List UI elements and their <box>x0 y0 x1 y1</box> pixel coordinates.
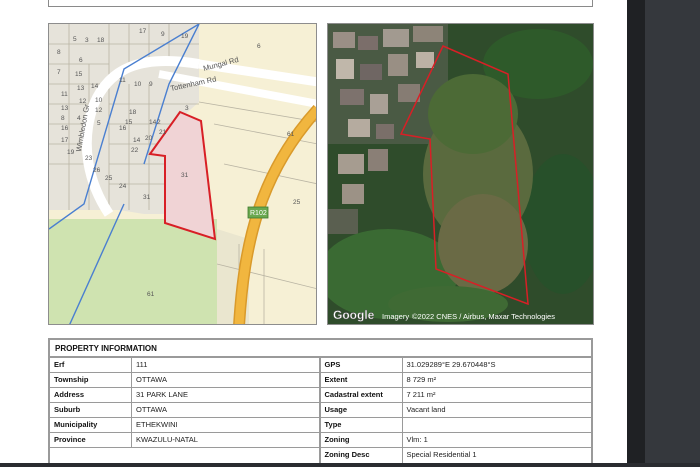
svg-text:2: 2 <box>157 119 161 126</box>
svg-text:24: 24 <box>119 183 127 190</box>
svg-text:13: 13 <box>61 105 69 112</box>
field-label: Zoning Desc <box>321 448 403 463</box>
field-value: 31 PARK LANE <box>136 390 188 399</box>
svg-text:8: 8 <box>61 115 65 122</box>
window-bottom-bar <box>0 463 700 467</box>
property-information-table: PROPERTY INFORMATION Erf 111 Township OT… <box>48 338 593 463</box>
svg-text:3: 3 <box>185 105 189 112</box>
table-row: Township OTTAWA <box>50 373 319 388</box>
page-top-border <box>48 0 593 7</box>
table-row: Suburb OTTAWA <box>50 403 319 418</box>
document-page: 5 3 18 17 9 19 876 6 15 13 12 14 11 10 9 11 13 12 10… <box>0 0 627 463</box>
svg-text:31: 31 <box>143 194 151 201</box>
field-label: Usage <box>321 403 403 417</box>
field-label: Province <box>50 433 132 447</box>
svg-text:14: 14 <box>149 119 157 126</box>
cadastral-map: 5 3 18 17 9 19 876 6 15 13 12 14 11 10 9 11 13 12 10… <box>48 23 317 325</box>
field-label: Zoning <box>321 433 403 447</box>
field-label: Extent <box>321 373 403 387</box>
svg-text:13: 13 <box>77 85 85 92</box>
table-row: Municipality ETHEKWINI <box>50 418 319 433</box>
svg-text:9: 9 <box>161 31 165 38</box>
svg-text:16: 16 <box>61 125 69 132</box>
svg-text:18: 18 <box>129 109 137 116</box>
field-label: GPS <box>321 358 403 372</box>
svg-text:6: 6 <box>79 57 83 64</box>
svg-text:19: 19 <box>181 33 189 40</box>
field-value: 31.029289°E 29.670448°S <box>406 360 496 369</box>
field-value: Special Residential 1 <box>406 450 477 459</box>
table-row: Extent 8 729 m² <box>320 373 591 388</box>
table-row: Usage Vacant land <box>320 403 591 418</box>
table-row: Address 31 PARK LANE <box>50 388 319 403</box>
imagery-attribution: ©2022 CNES / Airbus, Maxar Technologies <box>412 312 555 321</box>
svg-text:5: 5 <box>73 36 77 43</box>
svg-text:15: 15 <box>75 71 83 78</box>
svg-text:17: 17 <box>61 137 69 144</box>
svg-text:12: 12 <box>95 107 103 114</box>
field-value-empty <box>132 448 319 463</box>
svg-text:3: 3 <box>85 37 89 44</box>
field-value: ETHEKWINI <box>136 420 178 429</box>
svg-text:6: 6 <box>257 43 261 50</box>
table-row: Zoning Vlm: 1 <box>320 433 591 448</box>
field-value <box>403 418 592 432</box>
svg-text:14: 14 <box>91 83 99 90</box>
table-row: Erf 111 <box>50 358 319 373</box>
svg-text:7: 7 <box>57 69 61 76</box>
field-label: Address <box>50 388 132 402</box>
svg-text:10: 10 <box>134 81 142 88</box>
svg-text:11: 11 <box>61 91 68 98</box>
viewer-scrollbar[interactable] <box>627 0 645 467</box>
road-label-r102: R102 <box>250 210 267 217</box>
field-value: 111 <box>136 360 148 369</box>
svg-text:25: 25 <box>105 175 113 182</box>
field-label: Erf <box>50 358 132 372</box>
property-information-title: PROPERTY INFORMATION <box>50 340 591 358</box>
field-label: Municipality <box>50 418 132 432</box>
field-value: 7 211 m² <box>406 390 436 399</box>
satellite-image: Google Imagery ©2022 CNES / Airbus, Maxa… <box>327 23 594 325</box>
field-label: Township <box>50 373 132 387</box>
field-value: Vlm: 1 <box>406 435 428 444</box>
viewer-side-panel <box>627 0 700 467</box>
table-row-empty <box>50 448 319 463</box>
field-value: 8 729 m² <box>406 375 437 384</box>
table-row: Type <box>320 418 592 433</box>
property-info-left-column: Erf 111 Township OTTAWA Address 31 PARK … <box>50 358 321 463</box>
svg-text:17: 17 <box>139 28 147 35</box>
property-info-right-column: GPS 31.029289°E 29.670448°S Extent 8 729… <box>320 358 592 463</box>
svg-text:26: 26 <box>93 167 101 174</box>
svg-text:8: 8 <box>57 49 61 56</box>
svg-text:18: 18 <box>97 37 105 44</box>
field-label-empty <box>50 448 132 463</box>
imagery-prefix: Imagery <box>382 312 409 321</box>
table-row: Province KWAZULU-NATAL <box>50 433 319 448</box>
field-value: Vacant land <box>406 405 446 414</box>
svg-text:5: 5 <box>97 120 101 127</box>
svg-text:25: 25 <box>293 199 301 206</box>
svg-text:11: 11 <box>119 77 126 84</box>
svg-text:21: 21 <box>159 129 167 136</box>
svg-text:23: 23 <box>85 155 93 162</box>
google-logo: Google <box>333 308 375 322</box>
table-row: Zoning Desc Special Residential 1 <box>321 448 592 463</box>
field-label: Type <box>321 418 403 432</box>
field-value: OTTAWA <box>136 375 167 384</box>
svg-text:16: 16 <box>119 125 127 132</box>
table-row: GPS 31.029289°E 29.670448°S <box>320 358 591 373</box>
svg-text:20: 20 <box>145 135 153 142</box>
svg-text:10: 10 <box>95 97 103 104</box>
field-label: Suburb <box>50 403 132 417</box>
svg-text:9: 9 <box>149 81 153 88</box>
field-value: KWAZULU-NATAL <box>136 435 198 444</box>
field-value: OTTAWA <box>136 405 167 414</box>
table-row: Cadastral extent 7 211 m² <box>320 388 591 403</box>
svg-text:22: 22 <box>131 147 139 154</box>
field-label: Cadastral extent <box>321 388 403 402</box>
svg-text:61: 61 <box>147 291 155 298</box>
svg-text:61: 61 <box>287 131 295 138</box>
svg-text:14: 14 <box>133 137 141 144</box>
svg-text:31: 31 <box>181 172 189 179</box>
